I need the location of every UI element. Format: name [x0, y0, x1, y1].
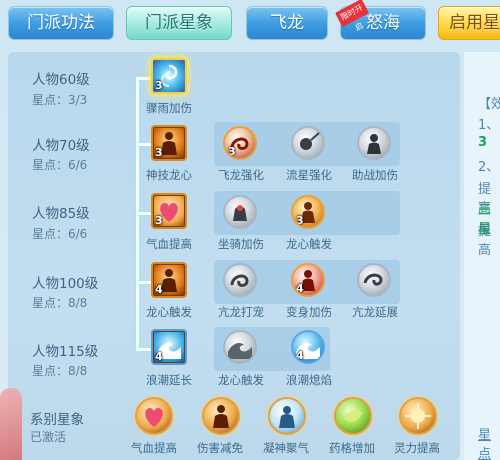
character-decoration: [0, 388, 22, 460]
level-85: 人物85级: [32, 206, 90, 222]
skill-count: 4: [296, 282, 304, 295]
effect-line-7: 提高: [478, 224, 492, 258]
tab-sect-skills[interactable]: 门派功法: [8, 6, 114, 40]
focus-icon: [279, 406, 295, 428]
system-item-4[interactable]: [334, 397, 372, 435]
system-item-label: 药格增加: [329, 441, 375, 455]
skill-count: 4: [155, 283, 163, 296]
spirit-icon: [405, 403, 431, 429]
effect-line-3: 3: [478, 135, 488, 150]
tab-enable-star[interactable]: 启用星: [438, 6, 500, 40]
skill-115-3[interactable]: 4: [291, 330, 325, 364]
effect-line-4: 2、: [478, 160, 500, 175]
skill-115-1[interactable]: 4: [151, 329, 187, 365]
skill-label: 亢龙延展: [352, 305, 398, 319]
potion-icon: [344, 409, 362, 422]
system-astrology-title: 系别星象: [30, 412, 84, 428]
branch-line-115: [136, 348, 152, 351]
skill-count: 4: [296, 349, 304, 362]
stars-60: 星点：3/3: [32, 93, 88, 107]
branch-line-60: [136, 77, 152, 80]
system-item-label: 伤害减免: [197, 441, 243, 455]
level-60: 人物60级: [32, 72, 90, 88]
level-115: 人物115级: [32, 344, 99, 360]
heart-icon: [145, 408, 163, 427]
skill-label: 浪潮延长: [146, 373, 192, 387]
tab-bar: 门派功法 门派星象 飞龙 限时开启 怒海 启用星: [0, 0, 500, 50]
skill-label: 骤雨加伤: [146, 101, 192, 115]
branch-line-70: [136, 143, 152, 146]
system-item-1[interactable]: [135, 397, 173, 435]
tab-flying-dragon[interactable]: 飞龙: [246, 6, 328, 40]
skill-70-3[interactable]: [291, 126, 325, 160]
fighter-icon: [213, 405, 229, 428]
skill-label: 助战加伤: [352, 168, 398, 182]
skill-count: 3: [155, 79, 163, 92]
skill-60-1[interactable]: 3: [151, 58, 187, 94]
skill-85-3[interactable]: 3: [291, 195, 325, 229]
wave-gray-icon: [228, 343, 252, 359]
skill-100-1[interactable]: 4: [151, 262, 187, 298]
skill-label: 龙心触发: [146, 305, 192, 319]
skill-100-2[interactable]: [223, 263, 257, 297]
dragon-strike-icon: [230, 274, 249, 287]
skill-100-4[interactable]: [357, 263, 391, 297]
system-item-label: 气血提高: [131, 441, 177, 455]
tab-raging-sea[interactable]: 限时开启 怒海: [335, 0, 426, 40]
level-70: 人物70级: [32, 138, 90, 154]
skill-count: 4: [155, 350, 163, 363]
branch-line-100: [136, 281, 152, 284]
stars-100: 星点：8/8: [32, 296, 88, 310]
skill-label: 流星强化: [286, 168, 332, 182]
effect-line-2: 1、: [478, 118, 500, 133]
dragon-extend-icon: [363, 273, 383, 286]
skill-label: 气血提高: [146, 237, 192, 251]
skill-label: 变身加伤: [286, 305, 332, 319]
stars-70: 星点：6/6: [32, 158, 88, 172]
skill-label: 坐骑加伤: [218, 237, 264, 251]
skill-count: 3: [228, 145, 236, 158]
stars-115: 星点：8/8: [32, 364, 88, 378]
skill-label: 神技龙心: [146, 168, 192, 182]
skill-count: 3: [155, 146, 163, 159]
effect-line-1: 【效: [478, 97, 500, 112]
skill-label: 亢龙打宠: [218, 305, 264, 319]
skill-100-3[interactable]: 4: [291, 263, 325, 297]
skill-115-2[interactable]: [223, 330, 257, 364]
skill-70-2[interactable]: 3: [223, 126, 257, 160]
stars-85: 星点：6/6: [32, 227, 88, 241]
system-astrology-status: 已激活: [30, 430, 67, 444]
system-item-5[interactable]: [399, 397, 437, 435]
system-item-2[interactable]: [202, 397, 240, 435]
system-item-label: 灵力提高: [394, 441, 440, 455]
tab-sect-astrology[interactable]: 门派星象: [126, 6, 232, 40]
skill-70-4[interactable]: [357, 126, 391, 160]
meteor-icon: [300, 132, 320, 150]
skill-label: 龙心触发: [286, 237, 332, 251]
skill-85-2[interactable]: [223, 195, 257, 229]
skill-label: 飞龙强化: [218, 168, 264, 182]
skill-85-1[interactable]: 3: [151, 193, 187, 229]
branch-line-85: [136, 212, 152, 215]
tab-raging-sea-label: 怒海: [366, 13, 400, 33]
system-item-label: 凝神聚气: [263, 441, 309, 455]
effect-line-8[interactable]: 星点: [478, 424, 500, 460]
system-item-3[interactable]: [268, 397, 306, 435]
skill-label: 龙心触发: [218, 373, 264, 387]
skill-count: 3: [296, 214, 304, 227]
assist-icon: [367, 134, 381, 154]
limited-badge: 限时开启: [335, 0, 369, 33]
mount-icon: [233, 205, 247, 221]
skill-label: 浪潮熄焰: [286, 373, 332, 387]
skill-count: 3: [155, 214, 163, 227]
skill-70-1[interactable]: 3: [151, 125, 187, 161]
level-100: 人物100级: [32, 276, 99, 292]
